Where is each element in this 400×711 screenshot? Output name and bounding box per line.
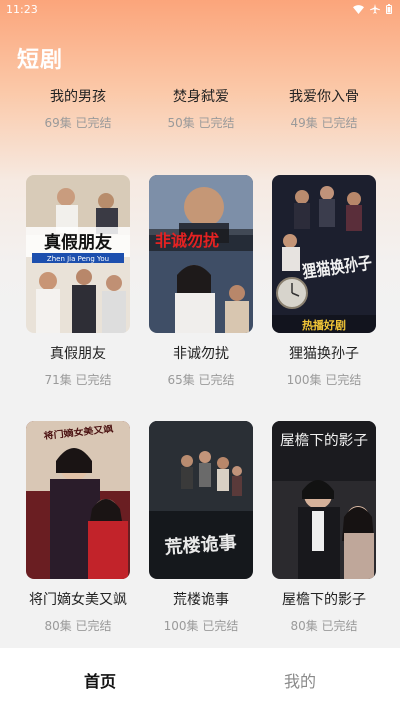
nav-mine-tab[interactable]: 我的 bbox=[200, 668, 400, 692]
drama-card[interactable]: 屋檐下的影子 屋檐下的影子 80集 已完结 bbox=[272, 421, 376, 634]
poster-image: 屋檐下的影子 bbox=[272, 421, 376, 579]
drama-title: 焚身弑爱 bbox=[173, 89, 229, 105]
poster-image: 真假朋友 Zhen Jia Peng You bbox=[26, 175, 130, 333]
drama-title: 真假朋友 bbox=[50, 346, 106, 362]
drama-card[interactable]: 狸猫换孙子 热播好剧 狸猫换孙子 100集 已完结 bbox=[272, 175, 376, 388]
drama-meta: 71集 已完结 bbox=[44, 373, 112, 387]
poster-image: 将门嫡女美又飒 bbox=[26, 421, 130, 579]
drama-title: 将门嫡女美又飒 bbox=[29, 592, 127, 608]
page-title: 短剧 bbox=[17, 48, 64, 73]
status-bar: 11:23 bbox=[0, 0, 400, 18]
poster-title: 非诚勿扰 bbox=[155, 231, 219, 250]
drama-list[interactable]: 我的男孩 69集 已完结 焚身弑爱 50集 已完结 我爱你入骨 49集 已完结 bbox=[0, 88, 400, 648]
poster-title: 真假朋友 bbox=[44, 232, 112, 253]
poster-title: 屋檐下的影子 bbox=[280, 433, 368, 449]
drama-meta: 80集 已完结 bbox=[44, 619, 112, 633]
drama-meta: 49集 已完结 bbox=[290, 116, 358, 130]
drama-card[interactable]: 我爱你入骨 49集 已完结 bbox=[272, 88, 376, 142]
bottom-nav: 首页 我的 bbox=[0, 648, 400, 711]
drama-card[interactable]: 荒楼诡事 荒楼诡事 100集 已完结 bbox=[149, 421, 253, 634]
drama-card[interactable]: 焚身弑爱 50集 已完结 bbox=[149, 88, 253, 142]
nav-home-tab[interactable]: 首页 bbox=[0, 668, 200, 692]
battery-icon bbox=[386, 4, 392, 14]
drama-meta: 80集 已完结 bbox=[290, 619, 358, 633]
drama-meta: 65集 已完结 bbox=[167, 373, 235, 387]
poster-badge: 热播好剧 bbox=[302, 318, 346, 332]
drama-row: 将门嫡女美又飒 将门嫡女美又飒 80集 已完结 荒楼诡事 荒楼诡事 100集 已… bbox=[0, 421, 400, 634]
drama-title: 屋檐下的影子 bbox=[282, 592, 366, 608]
drama-card[interactable]: 真假朋友 Zhen Jia Peng You 真假朋友 71集 已完结 bbox=[26, 175, 130, 388]
airplane-icon bbox=[370, 4, 380, 14]
poster-image: 狸猫换孙子 热播好剧 bbox=[272, 175, 376, 333]
drama-title: 我的男孩 bbox=[50, 89, 106, 105]
drama-title: 非诚勿扰 bbox=[173, 346, 229, 362]
drama-title: 我爱你入骨 bbox=[289, 89, 359, 105]
drama-meta: 100集 已完结 bbox=[286, 373, 362, 387]
drama-row: 我的男孩 69集 已完结 焚身弑爱 50集 已完结 我爱你入骨 49集 已完结 bbox=[0, 88, 400, 142]
drama-row: 真假朋友 Zhen Jia Peng You 真假朋友 71集 已完结 非诚勿扰… bbox=[0, 175, 400, 388]
drama-meta: 50集 已完结 bbox=[167, 116, 235, 130]
drama-card[interactable]: 将门嫡女美又飒 将门嫡女美又飒 80集 已完结 bbox=[26, 421, 130, 634]
drama-card[interactable]: 非诚勿扰 非诚勿扰 65集 已完结 bbox=[149, 175, 253, 388]
drama-meta: 69集 已完结 bbox=[44, 116, 112, 130]
status-time: 11:23 bbox=[6, 2, 38, 16]
poster-image: 荒楼诡事 bbox=[149, 421, 253, 579]
drama-title: 狸猫换孙子 bbox=[289, 346, 359, 362]
drama-meta: 100集 已完结 bbox=[163, 619, 239, 633]
wifi-icon bbox=[353, 4, 364, 14]
status-icons bbox=[353, 4, 392, 14]
drama-card[interactable]: 我的男孩 69集 已完结 bbox=[26, 88, 130, 142]
poster-subtitle: Zhen Jia Peng You bbox=[47, 255, 109, 263]
drama-title: 荒楼诡事 bbox=[173, 592, 229, 608]
poster-image: 非诚勿扰 bbox=[149, 175, 253, 333]
